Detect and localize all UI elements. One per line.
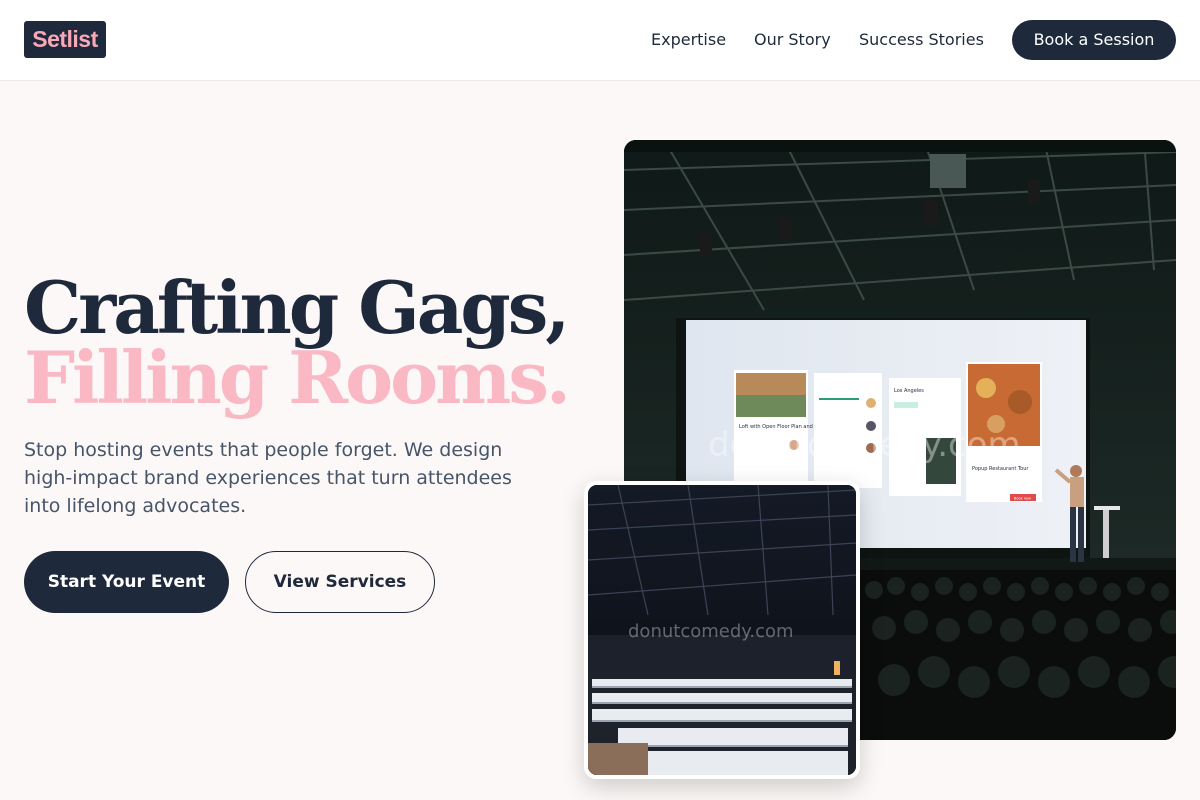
screen-book-label: Book now <box>1014 497 1031 501</box>
hero-title-line2: Filling Rooms. <box>24 335 571 420</box>
view-services-button[interactable]: View Services <box>245 551 435 613</box>
hero-image-hall: donutcomedy.com <box>584 481 860 779</box>
start-event-button[interactable]: Start Your Event <box>24 551 229 613</box>
secondary-image-watermark: donutcomedy.com <box>628 621 794 642</box>
logo[interactable]: Setlist <box>24 21 106 58</box>
nav-link-our-story[interactable]: Our Story <box>754 30 831 50</box>
nav-link-expertise[interactable]: Expertise <box>651 30 726 50</box>
screen-card3-title: Los Angeles <box>894 388 924 394</box>
screen-card4-title: Popup Restaurant Tour <box>972 466 1029 472</box>
site-header: Setlist Expertise Our Story Success Stor… <box>0 0 1200 81</box>
hero-lead: Stop hosting events that people forget. … <box>24 439 512 517</box>
book-session-button[interactable]: Book a Session <box>1012 20 1176 60</box>
main-image-watermark: donutcomedy.com <box>708 425 1021 465</box>
nav-link-success-stories[interactable]: Success Stories <box>859 30 984 50</box>
